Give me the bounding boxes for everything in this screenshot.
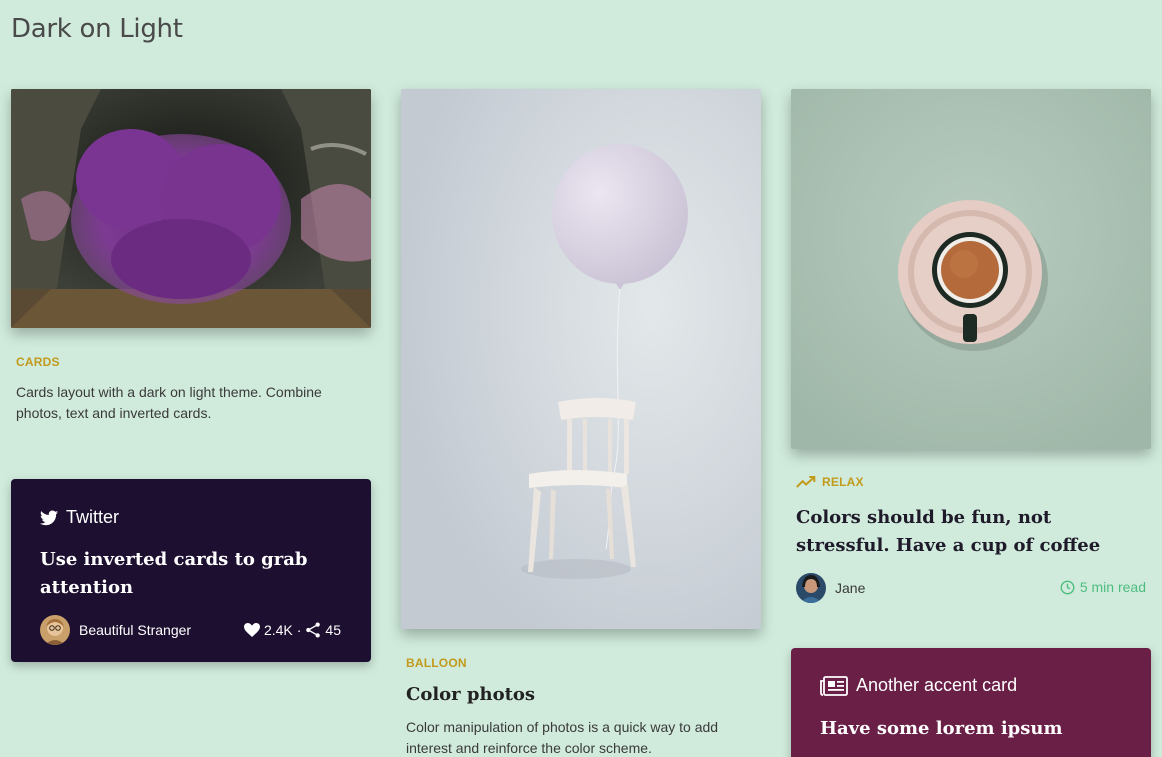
shares-count: 45 bbox=[325, 622, 341, 638]
clock-icon bbox=[1060, 580, 1075, 594]
relax-tag[interactable]: RELAX bbox=[791, 475, 1151, 489]
balloon-tag: BALLOON bbox=[406, 656, 467, 670]
stats-separator: · bbox=[296, 622, 302, 638]
accent-card-title: Have some lorem ipsum bbox=[820, 718, 1063, 739]
twitter-bird-icon bbox=[40, 510, 58, 525]
relax-author[interactable]: Jane bbox=[796, 573, 865, 603]
smoke-photo[interactable] bbox=[11, 89, 371, 328]
relax-title[interactable]: Colors should be fun, not stressful. Hav… bbox=[791, 504, 1151, 560]
share-icon[interactable] bbox=[305, 622, 321, 638]
read-time-label: 5 min read bbox=[1079, 579, 1146, 595]
twitter-card-stats: 2.4K · 45 bbox=[243, 622, 341, 638]
accent-card-label: Another accent card bbox=[856, 675, 1018, 695]
relax-author-name: Jane bbox=[835, 580, 866, 596]
relax-meta: Jane 5 min read bbox=[791, 573, 1151, 603]
newspaper-icon bbox=[820, 675, 848, 696]
trending-up-icon bbox=[796, 476, 816, 488]
avatar bbox=[40, 615, 70, 645]
column-1: CARDS Cards layout with a dark on light … bbox=[11, 89, 371, 424]
smoke-photo-image bbox=[11, 89, 371, 328]
twitter-card-title: Use inverted cards to grab attention bbox=[40, 549, 308, 598]
twitter-author-name: Beautiful Stranger bbox=[79, 622, 192, 638]
coffee-photo[interactable] bbox=[791, 89, 1151, 449]
cards-tag: CARDS bbox=[16, 355, 60, 369]
column-2: BALLOON Color photos Color manipulation … bbox=[401, 89, 761, 757]
likes-count: 2.4K bbox=[263, 622, 293, 638]
twitter-card[interactable]: Twitter Use inverted cards to grab atten… bbox=[11, 479, 371, 662]
cards-description: Cards layout with a dark on light theme.… bbox=[16, 384, 322, 421]
accent-card-header: Another accent card bbox=[820, 675, 1017, 696]
balloon-photo[interactable] bbox=[401, 89, 761, 629]
accent-card[interactable]: Another accent card Have some lorem ipsu… bbox=[791, 648, 1151, 757]
twitter-card-author[interactable]: Beautiful Stranger bbox=[40, 615, 191, 645]
coffee-photo-image bbox=[791, 89, 1151, 449]
balloon-title[interactable]: Color photos bbox=[401, 684, 761, 705]
avatar bbox=[796, 573, 826, 603]
relax-tag-label: RELAX bbox=[822, 475, 864, 489]
twitter-card-label: Twitter bbox=[66, 507, 120, 527]
column-3: RELAX Colors should be fun, not stressfu… bbox=[791, 89, 1151, 603]
page-title: Dark on Light bbox=[11, 14, 183, 44]
balloon-photo-image bbox=[401, 89, 761, 629]
read-time: 5 min read bbox=[1060, 579, 1146, 595]
balloon-description: Color manipulation of photos is a quick … bbox=[406, 719, 719, 756]
heart-icon[interactable] bbox=[243, 623, 260, 637]
twitter-card-header: Twitter bbox=[40, 507, 119, 528]
